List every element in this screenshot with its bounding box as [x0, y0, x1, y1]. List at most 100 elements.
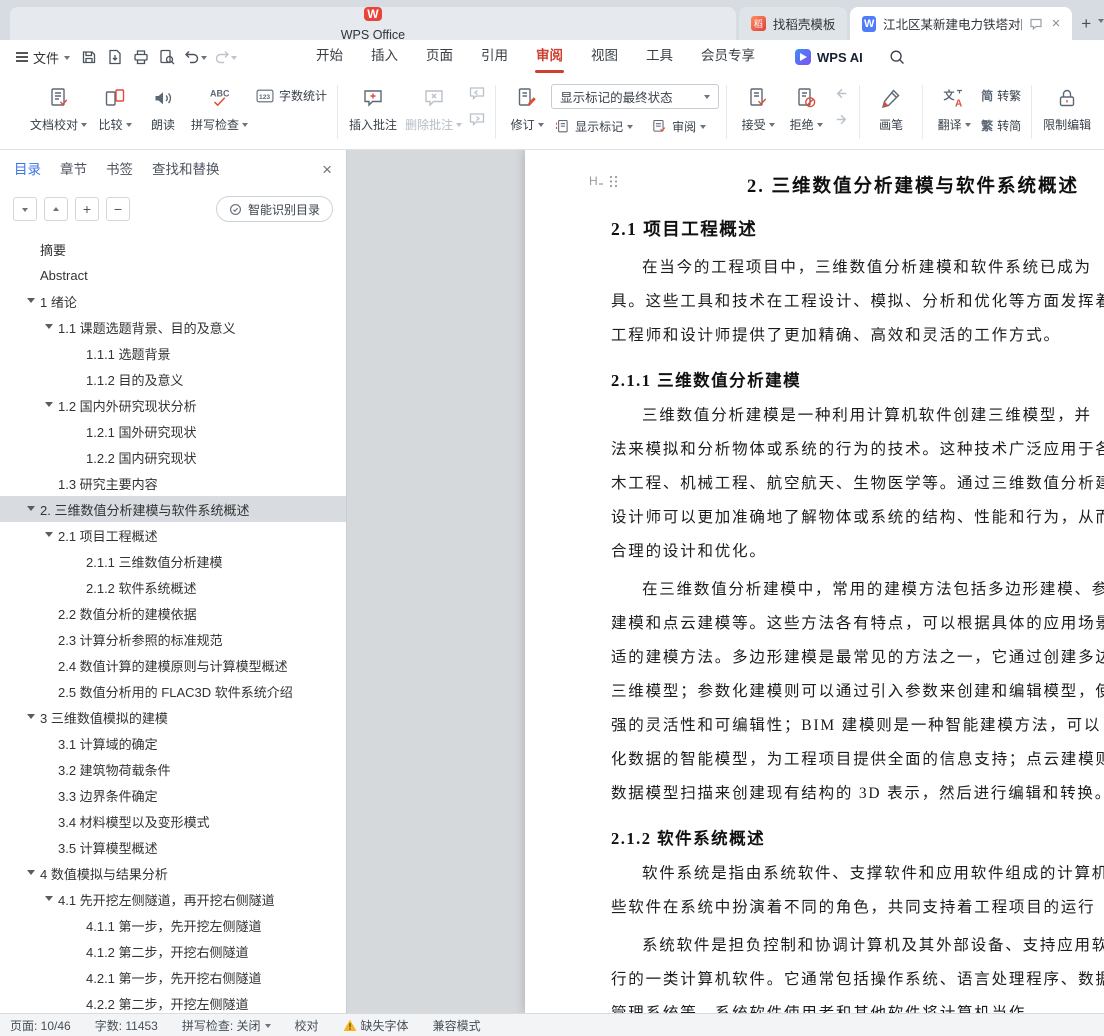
toc-item[interactable]: 3.5 计算模型概述: [0, 834, 346, 860]
toc-item[interactable]: 4 数值模拟与结果分析: [0, 860, 346, 886]
word-count-indicator[interactable]: 字数: 11453: [95, 1017, 158, 1034]
compare-button[interactable]: 比较: [91, 81, 139, 141]
tab-list-chevron-icon[interactable]: [1098, 19, 1104, 26]
toc-caret-icon[interactable]: [27, 711, 40, 723]
export-pdf-button[interactable]: [103, 45, 127, 69]
sidebar-tab-书签[interactable]: 书签: [106, 150, 133, 190]
menu-tab-工具[interactable]: 工具: [632, 40, 687, 74]
sidebar-close-icon[interactable]: ×: [322, 160, 332, 180]
doc-permission-button[interactable]: 文档: [1095, 81, 1104, 141]
toc-item[interactable]: Abstract: [0, 262, 346, 288]
document-page[interactable]: H 2. 三维数值分析建模与软件系统概述 2.1 项目工程概述在当今的工程项目中…: [525, 150, 1104, 1013]
collapse-all-button[interactable]: [13, 197, 37, 221]
tab-wps-office[interactable]: W WPS Office: [10, 7, 736, 40]
tab-docer-templates[interactable]: 稻 找稻壳模板: [739, 7, 848, 40]
insert-comment-button[interactable]: 插入批注: [345, 81, 401, 141]
toc-item[interactable]: 1.2.1 国外研究现状: [0, 418, 346, 444]
toc-caret-icon[interactable]: [45, 321, 58, 333]
toc-item[interactable]: 3.1 计算域的确定: [0, 730, 346, 756]
menu-tab-插入[interactable]: 插入: [357, 40, 412, 74]
toc-item[interactable]: 4.2.1 第一步，先开挖右侧隧道: [0, 964, 346, 990]
undo-button[interactable]: [181, 45, 209, 69]
toc-item[interactable]: 1.3 研究主要内容: [0, 470, 346, 496]
menu-tab-视图[interactable]: 视图: [577, 40, 632, 74]
undo-chevron-icon[interactable]: [201, 56, 207, 63]
to-traditional-button[interactable]: 简 转繁: [978, 84, 1024, 108]
toc-item[interactable]: 4.2.2 第二步，开挖左侧隧道: [0, 990, 346, 1013]
toc-item[interactable]: 2.2 数值分析的建模依据: [0, 600, 346, 626]
toc-item[interactable]: 1.1.1 选题背景: [0, 340, 346, 366]
toc-item[interactable]: 2.5 数值分析用的 FLAC3D 软件系统介绍: [0, 678, 346, 704]
track-changes-button[interactable]: 修订: [503, 81, 551, 141]
menu-tab-审阅[interactable]: 审阅: [522, 40, 577, 74]
toc-item[interactable]: 2. 三维数值分析建模与软件系统概述: [0, 496, 346, 522]
sidebar-tab-章节[interactable]: 章节: [60, 150, 87, 190]
read-aloud-button[interactable]: 朗读: [139, 81, 187, 141]
restrict-editing-button[interactable]: 限制编辑: [1039, 81, 1095, 141]
expand-level-button[interactable]: +: [75, 197, 99, 221]
paragraph-drag-handle-icon[interactable]: H: [589, 172, 623, 190]
toc-caret-icon[interactable]: [27, 295, 40, 307]
show-markup-button[interactable]: 显示标记: [551, 115, 636, 139]
spellcheck-toggle[interactable]: 拼写检查: 关闭: [182, 1017, 271, 1034]
spell-check-button[interactable]: ABC 拼写检查: [187, 81, 252, 141]
pen-button[interactable]: 画笔: [867, 81, 915, 141]
search-button[interactable]: [885, 45, 909, 69]
toc-item[interactable]: 1.2.2 国内研究现状: [0, 444, 346, 470]
file-menu-button[interactable]: 文件: [10, 48, 76, 67]
translate-button[interactable]: 文A 翻译: [930, 81, 978, 141]
compatibility-mode-indicator[interactable]: 兼容模式: [433, 1017, 481, 1034]
toc-item[interactable]: 2.1 项目工程概述: [0, 522, 346, 548]
toc-item[interactable]: 3.4 材料模型以及变形模式: [0, 808, 346, 834]
redo-button[interactable]: [211, 45, 239, 69]
accept-button[interactable]: 接受: [734, 81, 782, 141]
tab-document[interactable]: W 江北区某新建电力铁塔对隧道 ×: [850, 7, 1072, 40]
page-indicator[interactable]: 页面: 10/46: [10, 1017, 71, 1034]
toc-item[interactable]: 1.1 课题选题背景、目的及意义: [0, 314, 346, 340]
toc-item[interactable]: 3.3 边界条件确定: [0, 782, 346, 808]
word-count-button[interactable]: 123 字数统计: [252, 84, 330, 108]
reject-button[interactable]: 拒绝: [782, 81, 830, 141]
toc-item[interactable]: 2.1.1 三维数值分析建模: [0, 548, 346, 574]
expand-all-button[interactable]: [44, 197, 68, 221]
new-tab-button[interactable]: +: [1078, 12, 1094, 36]
toc-caret-icon[interactable]: [27, 503, 40, 515]
toc-caret-icon[interactable]: [27, 867, 40, 879]
markup-state-dropdown[interactable]: 显示标记的最终状态: [551, 84, 719, 109]
toc-caret-icon[interactable]: [45, 529, 58, 541]
toc-item[interactable]: 3 三维数值模拟的建模: [0, 704, 346, 730]
menu-tab-引用[interactable]: 引用: [467, 40, 522, 74]
collapse-level-button[interactable]: −: [106, 197, 130, 221]
toc-item[interactable]: 摘要: [0, 236, 346, 262]
toc-item[interactable]: 4.1.1 第一步，先开挖左侧隧道: [0, 912, 346, 938]
sidebar-tab-查找和替换[interactable]: 查找和替换: [152, 150, 220, 190]
toc-item[interactable]: 2.1.2 软件系统概述: [0, 574, 346, 600]
save-button[interactable]: [77, 45, 101, 69]
menu-tab-页面[interactable]: 页面: [412, 40, 467, 74]
toc-item[interactable]: 1.1.2 目的及意义: [0, 366, 346, 392]
proofread-button[interactable]: 校对: [295, 1017, 319, 1034]
toc-item-label: 摘要: [40, 240, 66, 259]
sidebar-tab-目录[interactable]: 目录: [14, 150, 41, 190]
wps-ai-button[interactable]: WPS AI: [795, 49, 863, 65]
toc-item-label: 1.2 国内外研究现状分析: [58, 396, 197, 415]
menu-tab-会员专享[interactable]: 会员专享: [687, 40, 769, 74]
toc-item[interactable]: 3.2 建筑物荷载条件: [0, 756, 346, 782]
toc-item[interactable]: 1.2 国内外研究现状分析: [0, 392, 346, 418]
toc-item[interactable]: 4.1 先开挖左侧隧道，再开挖右侧隧道: [0, 886, 346, 912]
toc-caret-icon[interactable]: [45, 399, 58, 411]
print-button[interactable]: [129, 45, 153, 69]
toc-item[interactable]: 2.4 数值计算的建模原则与计算模型概述: [0, 652, 346, 678]
toc-caret-icon[interactable]: [45, 893, 58, 905]
doc-proofread-button[interactable]: 文档校对: [26, 81, 91, 141]
print-preview-button[interactable]: [155, 45, 179, 69]
toc-item[interactable]: 4.1.2 第二步，开挖右侧隧道: [0, 938, 346, 964]
toc-item[interactable]: 2.3 计算分析参照的标准规范: [0, 626, 346, 652]
to-simplified-button[interactable]: 繁 转简: [978, 114, 1024, 138]
review-options-button[interactable]: 审阅: [648, 115, 709, 139]
menu-tab-开始[interactable]: 开始: [302, 40, 357, 74]
smart-toc-button[interactable]: 智能识别目录: [216, 196, 333, 222]
tab-close-icon[interactable]: ×: [1052, 16, 1061, 31]
missing-font-warning[interactable]: 缺失字体: [343, 1017, 409, 1034]
toc-item[interactable]: 1 绪论: [0, 288, 346, 314]
